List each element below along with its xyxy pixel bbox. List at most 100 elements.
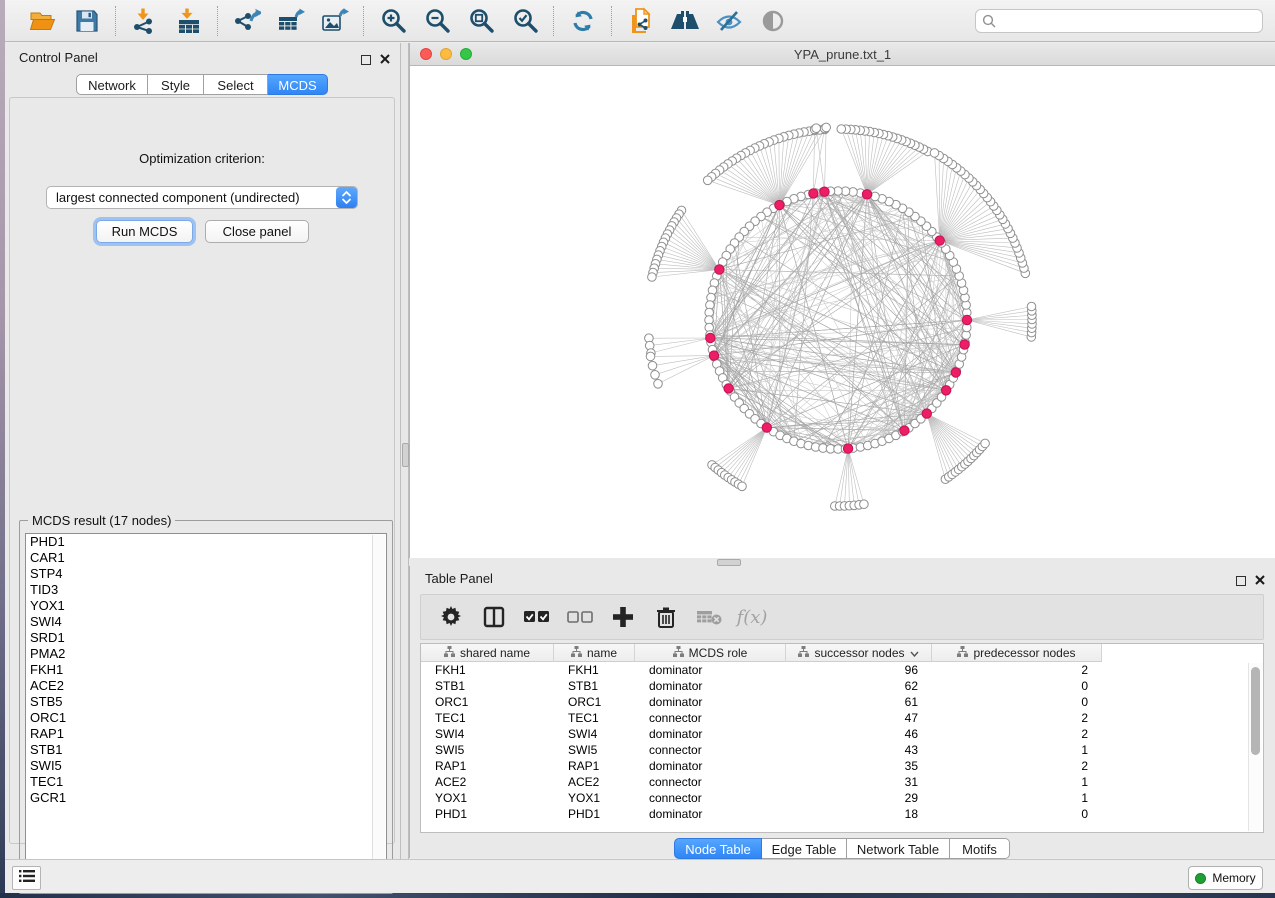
table-row[interactable]: SWI4SWI4dominator462: [421, 726, 1263, 742]
table-scrollbar-thumb[interactable]: [1251, 667, 1260, 755]
graph-node[interactable]: [812, 124, 821, 133]
graph-node[interactable]: [951, 368, 960, 377]
horizontal-splitter[interactable]: [409, 558, 1275, 566]
graph-node[interactable]: [922, 409, 931, 418]
graph-node[interactable]: [709, 351, 718, 360]
mcds-result-list[interactable]: PHD1CAR1STP4TID3YOX1SWI4SRD1PMA2FKH1ACE2…: [25, 533, 387, 888]
graph-node[interactable]: [843, 444, 852, 453]
import-network-icon[interactable]: [130, 6, 160, 36]
table-row[interactable]: SWI5SWI5connector431: [421, 742, 1263, 758]
graph-node[interactable]: [900, 426, 909, 435]
refresh-layout-icon[interactable]: [568, 6, 598, 36]
graph-node[interactable]: [822, 123, 831, 132]
mcds-result-item[interactable]: GCR1: [26, 790, 386, 806]
graph-node[interactable]: [648, 273, 657, 282]
column-header-name[interactable]: name: [554, 644, 635, 662]
graph-node[interactable]: [762, 423, 771, 432]
zoom-selected-icon[interactable]: [510, 6, 540, 36]
graph-node[interactable]: [820, 187, 829, 196]
delete-column-icon[interactable]: [653, 604, 679, 630]
mcds-result-item[interactable]: TEC1: [26, 774, 386, 790]
graph-node[interactable]: [862, 190, 871, 199]
column-header-MCDS-role[interactable]: MCDS role: [635, 644, 786, 662]
graph-node[interactable]: [648, 361, 657, 370]
optimization-criterion-dropdown[interactable]: largest connected component (undirected): [46, 186, 358, 209]
close-panel-button[interactable]: Close panel: [205, 220, 309, 243]
vertical-splitter[interactable]: [400, 43, 409, 859]
graph-node[interactable]: [860, 500, 869, 509]
table-scrollbar[interactable]: [1248, 663, 1262, 831]
table-row[interactable]: TEC1TEC1connector472: [421, 710, 1263, 726]
mcds-result-item[interactable]: SWI5: [26, 758, 386, 774]
mcds-result-item[interactable]: PHD1: [26, 534, 386, 550]
zoom-out-icon[interactable]: [422, 6, 452, 36]
zoom-fit-icon[interactable]: [466, 6, 496, 36]
graph-node[interactable]: [809, 189, 818, 198]
float-table-panel-icon[interactable]: [1236, 576, 1246, 586]
mcds-result-item[interactable]: YOX1: [26, 598, 386, 614]
table-row[interactable]: FKH1FKH1dominator962: [421, 662, 1263, 678]
mcds-result-item[interactable]: TID3: [26, 582, 386, 598]
graph-node[interactable]: [1027, 302, 1036, 311]
hide-eye-icon[interactable]: [714, 6, 744, 36]
open-folder-icon[interactable]: [28, 6, 58, 36]
table-row[interactable]: YOX1YOX1connector291: [421, 790, 1263, 806]
export-network-icon[interactable]: [232, 6, 262, 36]
binoculars-icon[interactable]: [670, 6, 700, 36]
graph-node[interactable]: [706, 333, 715, 342]
column-header-successor-nodes[interactable]: successor nodes: [786, 644, 932, 662]
graph-node[interactable]: [703, 176, 712, 185]
result-list-scrollbar[interactable]: [372, 535, 385, 886]
mcds-result-item[interactable]: STB5: [26, 694, 386, 710]
save-icon[interactable]: [72, 6, 102, 36]
table-row[interactable]: RAP1RAP1dominator352: [421, 758, 1263, 774]
vertical-splitter-handle[interactable]: [402, 443, 409, 467]
export-table-icon[interactable]: [276, 6, 306, 36]
table-row[interactable]: PHD1PHD1dominator180: [421, 806, 1263, 822]
tab-node-table[interactable]: Node Table: [674, 838, 762, 859]
network-canvas[interactable]: [410, 66, 1275, 558]
table-row[interactable]: ORC1ORC1dominator610: [421, 694, 1263, 710]
graph-node[interactable]: [646, 352, 655, 361]
show-eye-icon[interactable]: [758, 6, 788, 36]
close-panel-icon[interactable]: [380, 51, 390, 69]
column-header-shared-name[interactable]: shared name: [421, 644, 554, 662]
share-document-icon[interactable]: [626, 6, 656, 36]
float-panel-icon[interactable]: [361, 55, 371, 65]
graph-node[interactable]: [930, 149, 939, 158]
checked-columns-icon[interactable]: [524, 604, 550, 630]
run-mcds-button[interactable]: Run MCDS: [96, 220, 193, 243]
gear-icon[interactable]: [438, 604, 464, 630]
graph-node[interactable]: [837, 125, 846, 134]
function-icon[interactable]: f(x): [739, 604, 765, 630]
memory-button[interactable]: Memory: [1188, 866, 1263, 890]
graph-node[interactable]: [960, 340, 969, 349]
unchecked-columns-icon[interactable]: [567, 604, 593, 630]
table-row[interactable]: STB1STB1dominator620: [421, 678, 1263, 694]
graph-node[interactable]: [935, 236, 944, 245]
graph-node[interactable]: [651, 371, 660, 380]
clear-table-icon[interactable]: [696, 604, 722, 630]
graph-node[interactable]: [981, 439, 990, 448]
task-history-button[interactable]: [12, 866, 41, 890]
mcds-result-item[interactable]: STB1: [26, 742, 386, 758]
split-view-icon[interactable]: [481, 604, 507, 630]
graph-node[interactable]: [654, 380, 663, 389]
graph-node[interactable]: [962, 315, 971, 324]
graph-node[interactable]: [715, 265, 724, 274]
close-table-panel-icon[interactable]: [1255, 572, 1265, 590]
mcds-result-item[interactable]: PMA2: [26, 646, 386, 662]
mcds-result-item[interactable]: ORC1: [26, 710, 386, 726]
horizontal-splitter-handle[interactable]: [717, 559, 741, 566]
tab-style[interactable]: Style: [148, 74, 204, 95]
graph-node[interactable]: [942, 386, 951, 395]
tab-edge-table[interactable]: Edge Table: [762, 838, 847, 859]
import-table-icon[interactable]: [174, 6, 204, 36]
table-row[interactable]: ACE2ACE2connector311: [421, 774, 1263, 790]
tab-network-table[interactable]: Network Table: [847, 838, 950, 859]
graph-node[interactable]: [724, 384, 733, 393]
tab-select[interactable]: Select: [204, 74, 268, 95]
column-header-predecessor-nodes[interactable]: predecessor nodes: [932, 644, 1102, 662]
mcds-result-item[interactable]: SWI4: [26, 614, 386, 630]
mcds-result-item[interactable]: SRD1: [26, 630, 386, 646]
